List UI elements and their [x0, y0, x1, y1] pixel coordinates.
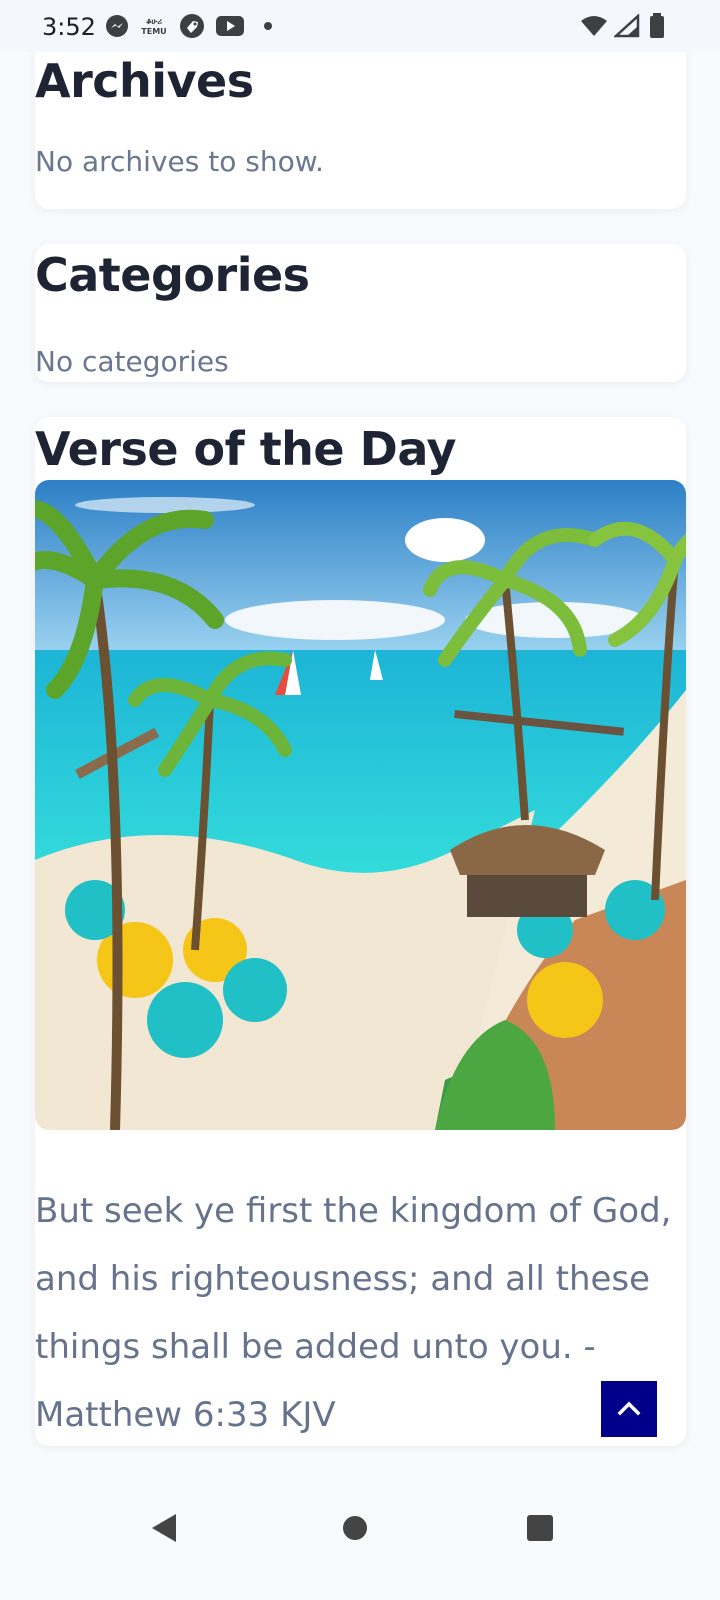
verse-of-the-day-widget: Verse of the Day But seek ye first the k… [35, 417, 686, 1446]
verse-title: Verse of the Day [35, 422, 456, 476]
battery-icon [648, 13, 666, 38]
svg-text:ቆሁሪ: ቆሁሪ [146, 17, 162, 26]
back-icon[interactable] [150, 1512, 180, 1549]
recents-icon[interactable] [526, 1514, 554, 1547]
navigation-bar [0, 1488, 720, 1600]
dot-icon [263, 14, 273, 38]
categories-widget: Categories No categories [35, 244, 686, 382]
tag-icon [179, 14, 205, 38]
youtube-icon [216, 14, 244, 38]
archives-empty-text: No archives to show. [35, 145, 324, 178]
messenger-icon [105, 14, 129, 38]
status-time: 3:52 [42, 13, 96, 41]
wifi-icon [580, 14, 608, 38]
status-bar: 3:52 ቆሁሪ TEMU [0, 0, 720, 52]
back-to-top-button[interactable] [601, 1381, 657, 1437]
categories-empty-text: No categories [35, 345, 229, 378]
archives-widget: Archives No archives to show. [35, 52, 686, 209]
home-icon[interactable] [341, 1514, 369, 1547]
archives-title: Archives [35, 54, 254, 108]
categories-title: Categories [35, 248, 310, 302]
signal-icon [614, 14, 640, 38]
svg-text:TEMU: TEMU [141, 27, 166, 36]
temu-icon: ቆሁሪ TEMU [140, 14, 168, 38]
beach-illustration [35, 480, 686, 1130]
chevron-up-icon [615, 1394, 643, 1425]
page-content[interactable]: Archives No archives to show. Categories… [0, 52, 720, 1488]
verse-text: But seek ye first the kingdom of God, an… [35, 1191, 672, 1435]
verse-image [35, 480, 686, 1130]
